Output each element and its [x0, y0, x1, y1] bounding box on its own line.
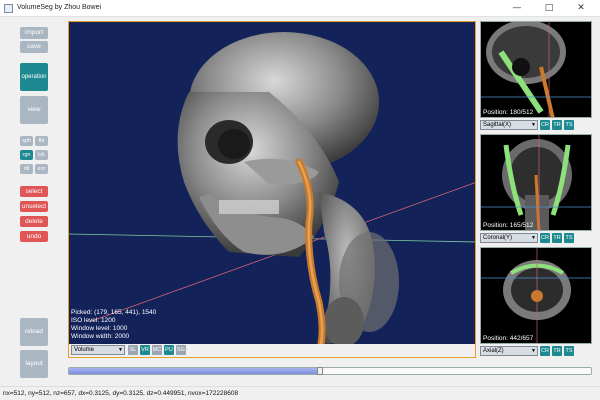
chevron-down-icon: ▼ — [118, 347, 123, 353]
axial-position: Position: 442/657 — [483, 335, 534, 342]
coronal-position: Position: 165/512 — [483, 222, 534, 229]
op-dil-button[interactable]: dil — [20, 164, 33, 174]
coronal-toolbar: Coronal(Y) ▼ CR TR TS — [480, 232, 592, 245]
volume-3d-viewport[interactable]: Picked: (179, 165, 441), 1540 ISO level:… — [68, 21, 476, 358]
coronal-viewport[interactable]: Position: 165/512 — [480, 134, 592, 231]
reload-button[interactable]: reload — [20, 318, 48, 346]
axial-chip-tr[interactable]: TR — [552, 346, 562, 356]
sagittal-axis-select[interactable]: Sagittal(X) ▼ — [480, 120, 538, 130]
coronal-slice-image — [481, 135, 591, 230]
slider-handle[interactable] — [316, 367, 323, 375]
render-mode-select[interactable]: Volume ▼ — [71, 345, 125, 355]
coronal-axis-value: Coronal(Y) — [483, 235, 513, 241]
chip-sg[interactable]: SG — [176, 345, 186, 355]
left-toolbar: import save operation view sph fld rgn l… — [0, 17, 66, 386]
coronal-axis-select[interactable]: Coronal(Y) ▼ — [480, 233, 538, 243]
render-mode-value: Volume — [74, 347, 95, 353]
sagittal-chip-ts[interactable]: TS — [564, 120, 574, 130]
axial-viewport[interactable]: Position: 442/657 — [480, 247, 592, 344]
axial-chip-cr[interactable]: CR — [540, 346, 550, 356]
chevron-down-icon: ▼ — [531, 235, 536, 241]
chip-vr[interactable]: VR — [140, 345, 150, 355]
axial-toolbar: Axial(Z) ▼ CR TR TS — [480, 345, 592, 358]
status-bar: nx=512, ny=512, nz=657, dx=0.3125, dy=0.… — [0, 386, 600, 400]
chevron-down-icon: ▼ — [531, 348, 536, 354]
unselect-button[interactable]: unselect — [20, 201, 48, 212]
sagittal-chip-tr[interactable]: TR — [552, 120, 562, 130]
save-button[interactable]: save — [20, 41, 48, 53]
layout-button[interactable]: layout — [20, 350, 48, 378]
undo-button[interactable]: undo — [20, 231, 48, 242]
window-level-text: Window level: 1000 — [71, 325, 128, 332]
minimize-button[interactable]: — — [504, 0, 530, 17]
sagittal-toolbar: Sagittal(X) ▼ CR TR TS — [480, 119, 592, 132]
view-mode-button[interactable]: view — [20, 96, 48, 124]
coronal-chip-tr[interactable]: TR — [552, 233, 562, 243]
axial-axis-select[interactable]: Axial(Z) ▼ — [480, 346, 538, 356]
slider-fill — [69, 368, 320, 374]
close-button[interactable]: ✕ — [568, 0, 594, 17]
import-button[interactable]: import — [20, 27, 48, 39]
chip-mc[interactable]: MC — [152, 345, 162, 355]
app-icon — [4, 4, 13, 13]
op-sph-button[interactable]: sph — [20, 136, 33, 146]
title-bar: VolumeSeg by Zhou Bowei — □ ✕ — [0, 0, 600, 17]
maximize-button[interactable]: □ — [536, 0, 562, 17]
chevron-down-icon: ▼ — [531, 122, 536, 128]
op-ero-button[interactable]: ero — [35, 164, 48, 174]
chip-pu[interactable]: PU — [164, 345, 174, 355]
sagittal-position: Position: 180/512 — [483, 109, 534, 116]
iso-level-text: ISO level: 1200 — [71, 317, 116, 324]
op-rgn-button[interactable]: rgn — [20, 150, 33, 160]
main-view-toolbar: Volume ▼ SL VR MC PU SG — [69, 344, 475, 357]
window-title: VolumeSeg by Zhou Bowei — [17, 4, 102, 11]
sagittal-viewport[interactable]: Position: 180/512 — [480, 21, 592, 118]
op-lck-button[interactable]: lck — [35, 150, 48, 160]
coronal-chip-ts[interactable]: TS — [564, 233, 574, 243]
picked-voxel-text: Picked: (179, 165, 441), 1540 — [71, 309, 157, 316]
window-width-text: Window width: 2000 — [71, 333, 130, 340]
viewport-info-overlay: Picked: (179, 165, 441), 1540 ISO level:… — [71, 309, 156, 341]
axial-axis-value: Axial(Z) — [483, 348, 504, 354]
chip-sl[interactable]: SL — [128, 345, 138, 355]
volume-dimensions-text: nx=512, ny=512, nz=657, dx=0.3125, dy=0.… — [3, 390, 239, 397]
coronal-chip-cr[interactable]: CR — [540, 233, 550, 243]
delete-button[interactable]: delete — [20, 216, 48, 227]
axial-slice-image — [481, 248, 591, 343]
select-button[interactable]: select — [20, 186, 48, 197]
sagittal-chip-cr[interactable]: CR — [540, 120, 550, 130]
op-fld-button[interactable]: fld — [35, 136, 48, 146]
skull-render — [69, 32, 475, 344]
operation-mode-button[interactable]: operation — [20, 63, 48, 91]
axial-chip-ts[interactable]: TS — [564, 346, 574, 356]
threshold-slider[interactable] — [68, 367, 592, 375]
sagittal-axis-value: Sagittal(X) — [483, 122, 512, 128]
sagittal-slice-image — [481, 22, 591, 117]
